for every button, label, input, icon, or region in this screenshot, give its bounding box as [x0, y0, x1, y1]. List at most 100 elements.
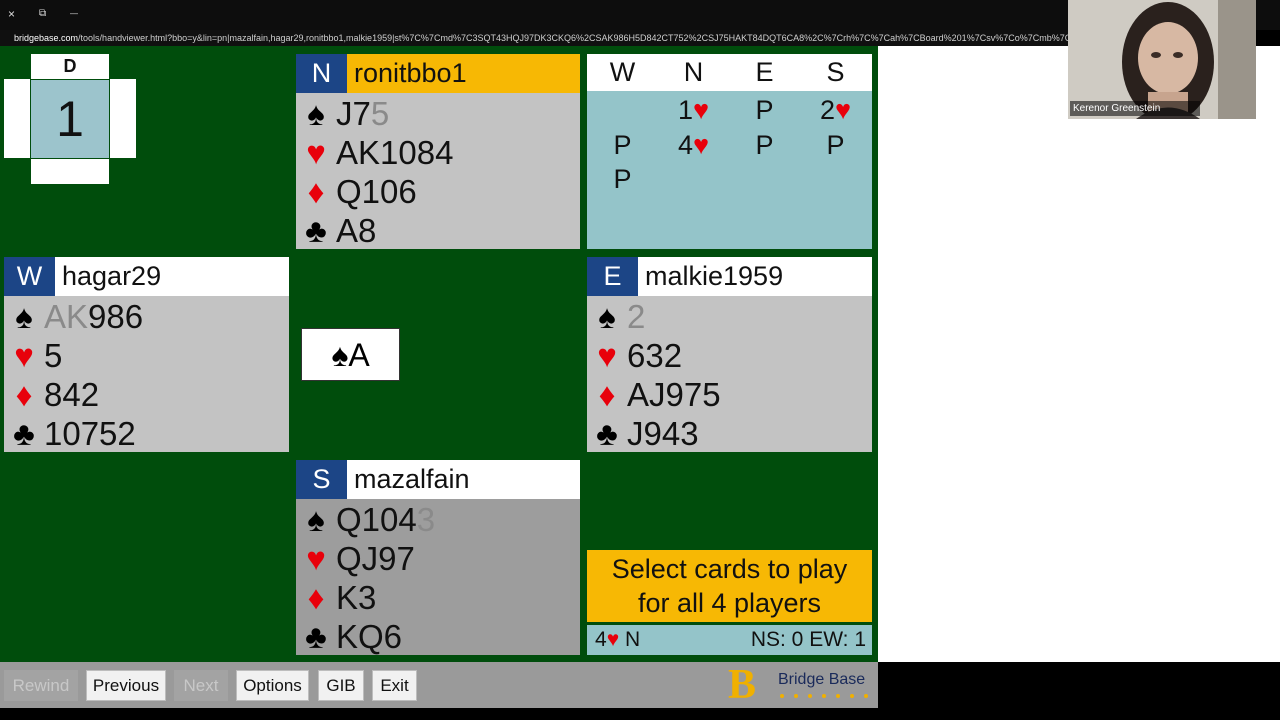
played-card-west: ♠A	[301, 328, 400, 381]
restore-icon[interactable]: ⧉	[39, 8, 46, 20]
seat-label-west: W	[4, 257, 55, 296]
board-west-vul	[4, 79, 30, 158]
suit-row-spades[interactable]: ♠ Q1043	[296, 500, 435, 540]
hand-south-header: S mazalfain	[296, 460, 580, 499]
diamond-icon: ♦	[15, 376, 33, 413]
suit-row-spades[interactable]: ♠ 2	[587, 297, 645, 337]
cards-spades[interactable]: Q104	[336, 501, 417, 538]
hand-east: E malkie1959 ♠ 2 ♥ 632 ♦ AJ975 ♣ J943	[587, 257, 872, 452]
gib-button[interactable]: GIB	[318, 670, 364, 701]
hand-north: N ronitbbo1 ♠ J75 ♥ AK1084 ♦ Q106 ♣ A8	[296, 54, 580, 249]
suit-row-diamonds[interactable]: ♦ 842	[4, 375, 99, 415]
hand-south: S mazalfain ♠ Q1043 ♥ QJ97 ♦ K3 ♣ KQ6	[296, 460, 580, 655]
hand-west: W hagar29 ♠ AK986 ♥ 5 ♦ 842 ♣ 10752	[4, 257, 289, 452]
board-south-vul	[31, 159, 109, 184]
bid-level: 4	[677, 130, 693, 160]
heart-icon: ♥	[14, 337, 34, 374]
cards-spades-played: 3	[416, 501, 436, 538]
player-name-west: hagar29	[55, 257, 289, 296]
bid: P	[755, 130, 774, 160]
heart-icon: ♥	[306, 134, 326, 171]
cards-clubs[interactable]: A8	[336, 212, 376, 249]
suit-row-spades[interactable]: ♠ AK986	[4, 297, 143, 337]
previous-button[interactable]: Previous	[86, 670, 166, 701]
hand-east-cards: ♠ 2 ♥ 632 ♦ AJ975 ♣ J943	[587, 296, 872, 452]
url-path: /tools/handviewer.html?bbo=y&lin=pn|maza…	[78, 33, 1068, 43]
cards-spades-played: 2	[627, 298, 646, 335]
suit-row-spades[interactable]: ♠ J75	[296, 94, 389, 134]
cards-diamonds[interactable]: K3	[336, 579, 376, 616]
address-bar[interactable]: bridgebase.com/tools/handviewer.html?bbo…	[0, 30, 1068, 46]
bid: P	[826, 130, 845, 160]
instruction-banner: Select cards to play for all 4 players	[587, 550, 872, 622]
cards-diamonds[interactable]: AJ975	[627, 376, 721, 413]
cards-clubs[interactable]: J943	[627, 415, 699, 452]
trick-score: NS: 0 EW: 1	[750, 628, 866, 651]
suit-row-clubs[interactable]: ♣ J943	[587, 414, 699, 454]
cards-spades[interactable]: 986	[88, 298, 143, 335]
hand-east-header: E malkie1959	[587, 257, 872, 296]
diamond-icon: ♦	[598, 376, 616, 413]
suit-row-hearts[interactable]: ♥ 632	[587, 336, 682, 376]
bridge-base-logo-icon: B	[728, 662, 757, 708]
suit-row-diamonds[interactable]: ♦ AJ975	[587, 375, 721, 415]
seat-label-east: E	[587, 257, 638, 296]
cards-clubs[interactable]: KQ6	[336, 618, 402, 655]
cards-spades-played: AK	[44, 298, 89, 335]
heart-icon: ♥	[606, 628, 620, 651]
close-icon[interactable]: ×	[8, 8, 15, 20]
rewind-button[interactable]: Rewind	[4, 670, 78, 701]
spade-icon: ♠	[598, 298, 616, 335]
dealer-indicator: D	[31, 54, 109, 79]
contract: 4♥ N	[595, 625, 640, 655]
auction-header: W N E S	[587, 54, 872, 91]
heart-icon: ♥	[835, 95, 852, 125]
suit-row-clubs[interactable]: ♣ A8	[296, 211, 376, 251]
spade-icon: ♠	[307, 501, 325, 538]
contract-level: 4	[595, 628, 607, 651]
heart-icon: ♥	[306, 540, 326, 577]
auction-header-west: W	[609, 57, 636, 87]
suit-row-hearts[interactable]: ♥ 5	[4, 336, 62, 376]
club-icon: ♣	[13, 415, 35, 452]
suit-row-diamonds[interactable]: ♦ Q106	[296, 172, 417, 212]
options-button[interactable]: Options	[236, 670, 309, 701]
auction-header-north: N	[683, 57, 704, 87]
spade-icon: ♠	[15, 298, 33, 335]
player-name-east: malkie1959	[638, 257, 872, 296]
cards-hearts[interactable]: 5	[44, 337, 62, 374]
club-icon: ♣	[596, 415, 618, 452]
hand-south-cards: ♠ Q1043 ♥ QJ97 ♦ K3 ♣ KQ6	[296, 499, 580, 655]
cards-diamonds[interactable]: Q106	[336, 173, 417, 210]
heart-icon: ♥	[693, 130, 710, 160]
suit-row-hearts[interactable]: ♥ AK1084	[296, 133, 453, 173]
auction-header-south: S	[826, 57, 845, 87]
bid: 4♥	[658, 127, 729, 163]
bid: 1♥	[658, 92, 729, 128]
cards-hearts[interactable]: AK1084	[336, 134, 453, 171]
url-domain: bridgebase.com	[14, 33, 79, 43]
suit-row-clubs[interactable]: ♣ 10752	[4, 414, 136, 454]
bid: 2♥	[800, 92, 871, 128]
exit-button[interactable]: Exit	[372, 670, 417, 701]
club-icon: ♣	[305, 212, 327, 249]
cards-clubs[interactable]: 10752	[44, 415, 136, 452]
cards-diamonds[interactable]: 842	[44, 376, 99, 413]
hand-north-cards: ♠ J75 ♥ AK1084 ♦ Q106 ♣ A8	[296, 93, 580, 249]
diamond-icon: ♦	[307, 173, 325, 210]
next-button[interactable]: Next	[174, 670, 228, 701]
cards-hearts[interactable]: 632	[627, 337, 682, 374]
suit-row-clubs[interactable]: ♣ KQ6	[296, 617, 402, 657]
contract-status: 4♥ N NS: 0 EW: 1	[587, 625, 872, 655]
suit-row-hearts[interactable]: ♥ QJ97	[296, 539, 415, 579]
cards-spades[interactable]: J7	[336, 95, 371, 132]
cards-hearts[interactable]: QJ97	[336, 540, 415, 577]
hand-north-header: N ronitbbo1	[296, 54, 580, 93]
hand-west-cards: ♠ AK986 ♥ 5 ♦ 842 ♣ 10752	[4, 296, 289, 452]
bid: P	[613, 130, 632, 160]
diamond-icon: ♦	[307, 579, 325, 616]
banner-line-1: Select cards to play	[611, 554, 848, 584]
suit-row-diamonds[interactable]: ♦ K3	[296, 578, 377, 618]
board-east-vul	[110, 79, 136, 158]
minimize-icon[interactable]: —	[70, 8, 78, 20]
